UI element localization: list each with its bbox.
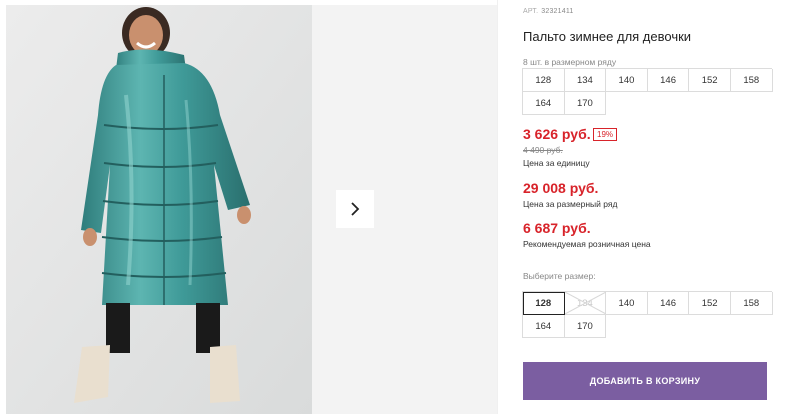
size-option[interactable]: 152 <box>689 292 731 315</box>
size-row-cell: 146 <box>647 69 690 92</box>
product-photo-image <box>6 5 312 414</box>
unit-price: 3 626 руб. <box>523 126 591 142</box>
rrp-price: 6 687 руб. <box>523 220 591 236</box>
size-row-cell: 134 <box>564 69 607 92</box>
add-to-cart-button[interactable]: Добавить в корзину <box>523 362 767 400</box>
article-label: АРТ. <box>523 8 539 15</box>
panel-divider <box>497 0 498 414</box>
size-row-cell: 164 <box>523 92 565 115</box>
size-row-grid: 128 134 140 146 152 158 164 170 <box>522 68 773 115</box>
old-price: 4 490 руб. <box>523 145 563 155</box>
chevron-right-icon <box>351 202 360 216</box>
size-option[interactable]: 146 <box>647 292 690 315</box>
size-option[interactable]: 170 <box>564 315 607 338</box>
rrp-price-label: Рекомендуемая розничная цена <box>523 239 651 249</box>
product-photo[interactable] <box>6 5 312 414</box>
discount-badge: 19% <box>593 128 618 141</box>
size-option-selected[interactable]: 128 <box>523 292 565 315</box>
unit-price-label: Цена за единицу <box>523 158 590 168</box>
product-title: Пальто зимнее для девочки <box>523 29 692 44</box>
size-picker: 128 134 140 146 152 158 164 170 <box>522 291 773 338</box>
size-picker-label: Выберите размер: <box>523 271 596 281</box>
article-number: АРТ. 32321411 <box>523 8 574 15</box>
row-price: 29 008 руб. <box>523 180 599 196</box>
size-row-cell: 158 <box>730 69 773 92</box>
size-option-unavailable[interactable]: 134 <box>564 292 607 315</box>
article-value: 32321411 <box>541 8 574 15</box>
row-price-label: Цена за размерный ряд <box>523 199 618 209</box>
next-photo-button[interactable] <box>336 190 374 228</box>
size-option[interactable]: 158 <box>730 292 773 315</box>
size-option[interactable]: 164 <box>523 315 565 338</box>
size-option[interactable]: 140 <box>606 292 648 315</box>
strike-through-icon <box>564 292 606 314</box>
size-row-cell: 152 <box>689 69 731 92</box>
product-gallery <box>0 0 497 414</box>
pack-note: 8 шт. в размерном ряду <box>523 57 617 67</box>
size-row-cell: 128 <box>523 69 565 92</box>
size-row-cell: 170 <box>564 92 607 115</box>
size-row-cell: 140 <box>606 69 648 92</box>
